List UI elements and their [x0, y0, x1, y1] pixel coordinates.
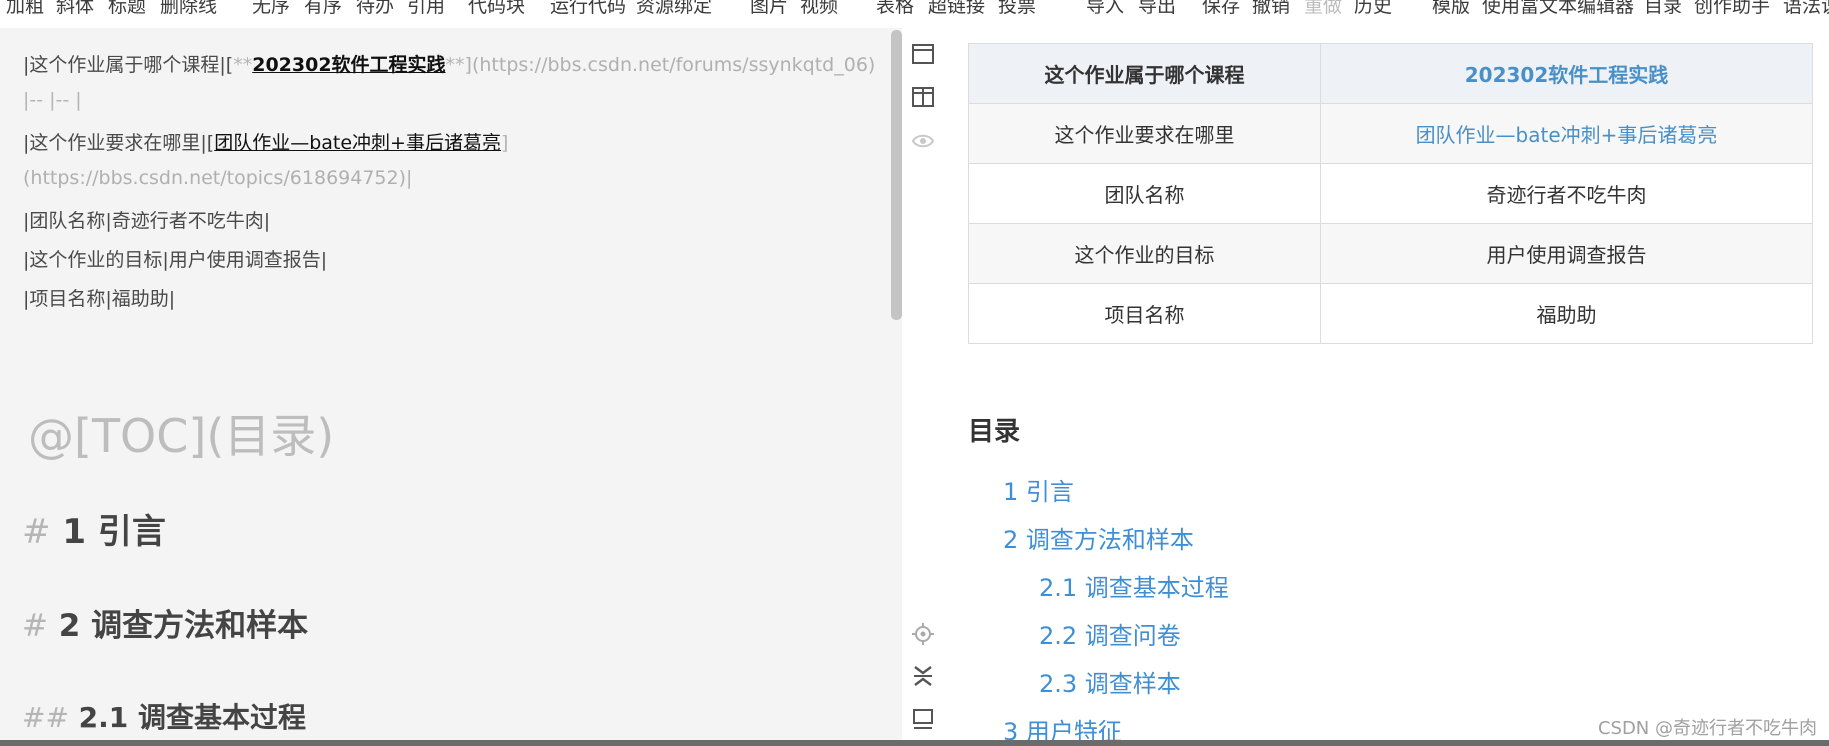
- toc-item[interactable]: 2 调查方法和样本: [1003, 520, 1194, 555]
- editor-line: (https://bbs.csdn.net/topics/618694752)|: [23, 167, 413, 189]
- unordered-list-button[interactable]: 无序: [252, 0, 290, 18]
- bold-mark: **: [233, 54, 253, 76]
- table-row: 项目名称 福助助: [968, 283, 1813, 344]
- toc-item[interactable]: 1 引言: [1003, 472, 1074, 507]
- heading-line: ## 2.1 调查基本过程: [22, 696, 306, 736]
- assignment-link-text: 团队作业—bate冲刺+事后诸葛亮: [214, 132, 501, 154]
- export-button[interactable]: 导出: [1138, 0, 1176, 18]
- only-editor-icon[interactable]: [911, 42, 935, 66]
- heading-text: 2 调查方法和样本: [58, 608, 309, 644]
- table-cell: 这个作业要求在哪里: [968, 103, 1321, 164]
- strikethrough-button[interactable]: 删除线: [160, 0, 217, 18]
- table-cell: 团队作业—bate冲刺+事后诸葛亮: [1320, 103, 1813, 164]
- heading-mark: #: [22, 608, 48, 644]
- heading-mark: ##: [22, 701, 69, 734]
- writing-assistant-button[interactable]: 创作助手: [1694, 0, 1770, 18]
- table-header-cell: 202302软件工程实践: [1320, 43, 1813, 104]
- course-link[interactable]: 202302软件工程实践: [1465, 63, 1669, 87]
- assignment-link[interactable]: 团队作业—bate冲刺+事后诸葛亮: [1416, 123, 1718, 147]
- watermark: CSDN @奇迹行者不吃牛肉: [1597, 718, 1817, 739]
- view-mode-bar: [902, 28, 943, 740]
- image-button[interactable]: 图片: [750, 0, 788, 18]
- editor-toolbar: 加粗 斜体 标题 删除线 无序 有序 待办 引用 代码块 运行代码 资源绑定 图…: [0, 0, 1829, 28]
- markdown-preview: 这个作业属于哪个课程 202302软件工程实践 这个作业要求在哪里 团队作业—b…: [943, 28, 1829, 740]
- toc-directive: @[TOC](目录): [28, 409, 335, 463]
- toc-item[interactable]: 2.3 调查样本: [1039, 664, 1181, 699]
- editor-line: |项目名称|福助助|: [23, 288, 176, 310]
- toc-title: 目录: [968, 417, 1021, 447]
- info-table: 这个作业属于哪个课程 202302软件工程实践 这个作业要求在哪里 团队作业—b…: [968, 43, 1813, 344]
- line-text: |这个作业要求在哪里|[: [23, 132, 215, 154]
- table-cell: 项目名称: [968, 283, 1321, 344]
- undo-button[interactable]: 撤销: [1252, 0, 1290, 18]
- table-row: 这个作业要求在哪里 团队作业—bate冲刺+事后诸葛亮: [968, 103, 1813, 164]
- vote-button[interactable]: 投票: [998, 0, 1036, 18]
- italic-button[interactable]: 斜体: [56, 0, 94, 18]
- ordered-list-button[interactable]: 有序: [304, 0, 342, 18]
- heading-text: 1 引言: [62, 512, 166, 552]
- toc-item[interactable]: 2.1 调查基本过程: [1039, 568, 1229, 603]
- rich-text-editor-button[interactable]: 使用富文本编辑器: [1482, 0, 1634, 18]
- code-block-button[interactable]: 代码块: [468, 0, 525, 18]
- editor-line: |团队名称|奇迹行者不吃牛肉|: [23, 210, 271, 232]
- todo-button[interactable]: 待办: [356, 0, 394, 18]
- table-cell: 这个作业的目标: [968, 223, 1321, 284]
- table-cell: 奇迹行者不吃牛肉: [1320, 163, 1813, 224]
- toc-item[interactable]: 2.2 调查问卷: [1039, 616, 1181, 651]
- heading-line: # 1 引言: [22, 504, 166, 553]
- fullscreen-icon[interactable]: [911, 707, 935, 731]
- editor-scrollbar[interactable]: [891, 30, 902, 320]
- editor-line: |这个作业的目标|用户使用调查报告|: [23, 249, 328, 271]
- heading-line: # 2 调查方法和样本: [22, 600, 308, 645]
- resource-bind-button[interactable]: 资源绑定: [636, 0, 712, 18]
- table-cell: 福助助: [1320, 283, 1813, 344]
- redo-button[interactable]: 重做: [1304, 0, 1342, 18]
- hyperlink-button[interactable]: 超链接: [928, 0, 985, 18]
- import-button[interactable]: 导入: [1086, 0, 1124, 18]
- split-view-icon[interactable]: [911, 85, 935, 109]
- editor-line: |-- |-- |: [23, 89, 82, 111]
- editor-line: |这个作业要求在哪里|[团队作业—bate冲刺+事后诸葛亮]: [23, 128, 508, 155]
- editor-line: |这个作业属于哪个课程|[**202302软件工程实践**](https://b…: [23, 50, 875, 77]
- collapse-icon[interactable]: [911, 664, 935, 688]
- window-bottom-border: [0, 740, 1829, 746]
- url-text: ](https://bbs.csdn.net/forums/ssynkqtd_0…: [464, 54, 876, 76]
- toc-item[interactable]: 3 用户特征: [1003, 712, 1122, 740]
- heading-text: 2.1 调查基本过程: [78, 701, 307, 734]
- save-button[interactable]: 保存: [1202, 0, 1240, 18]
- table-header-cell: 这个作业属于哪个课程: [968, 43, 1321, 104]
- syntax-help-button[interactable]: 语法说明: [1783, 0, 1829, 18]
- line-text: |这个作业属于哪个课程|[: [23, 54, 234, 76]
- quote-button[interactable]: 引用: [407, 0, 445, 18]
- run-code-button[interactable]: 运行代码: [550, 0, 626, 18]
- table-row: 团队名称 奇迹行者不吃牛肉: [968, 163, 1813, 224]
- table-cell: 用户使用调查报告: [1320, 223, 1813, 284]
- video-button[interactable]: 视频: [800, 0, 838, 18]
- preview-eye-icon[interactable]: [911, 129, 935, 153]
- markdown-editor[interactable]: |这个作业属于哪个课程|[**202302软件工程实践**](https://b…: [0, 28, 902, 740]
- bold-button[interactable]: 加粗: [6, 0, 44, 18]
- bracket-mark: ]: [500, 132, 509, 154]
- history-button[interactable]: 历史: [1354, 0, 1392, 18]
- table-row: 这个作业的目标 用户使用调查报告: [968, 223, 1813, 284]
- sync-scroll-icon[interactable]: [911, 622, 935, 646]
- heading-mark: #: [22, 512, 51, 552]
- table-cell: 团队名称: [968, 163, 1321, 224]
- bold-mark: **: [445, 54, 465, 76]
- table-button[interactable]: 表格: [876, 0, 914, 18]
- template-button[interactable]: 模版: [1432, 0, 1470, 18]
- course-link-text: 202302软件工程实践: [252, 54, 446, 76]
- toc-button[interactable]: 目录: [1644, 0, 1682, 18]
- heading-button[interactable]: 标题: [108, 0, 146, 18]
- table-header-row: 这个作业属于哪个课程 202302软件工程实践: [968, 43, 1813, 104]
